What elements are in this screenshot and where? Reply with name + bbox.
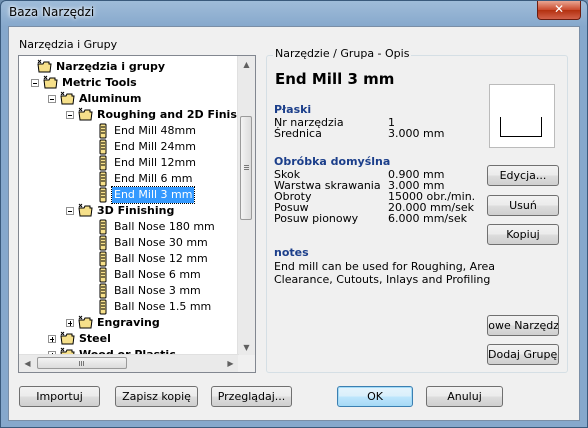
save-copy-button[interactable]: Zapisz kopię <box>115 386 198 407</box>
tree-tool-node[interactable]: Ball Nose 30 mm <box>19 235 239 251</box>
notes-text-line1: End mill can be used for Roughing, Area <box>274 260 495 273</box>
tree-tool-node[interactable]: End Mill 6 mm <box>19 171 239 187</box>
tree-node-label: Ball Nose 1.5 mm <box>114 300 212 313</box>
tree-node-label: End Mill 6 mm <box>114 172 193 185</box>
collapse-icon[interactable] <box>66 111 74 119</box>
tree-vertical-scrollbar[interactable]: ▲ ▼ <box>237 56 255 356</box>
tree-node-label: Ball Nose 6 mm <box>114 268 201 281</box>
tree-node-label: Narzędzia i grupy <box>56 60 165 73</box>
cancel-button[interactable]: Anuluj <box>426 386 503 407</box>
close-button[interactable]: ✕ <box>537 1 581 20</box>
tool-icon <box>95 267 111 283</box>
tree-node-label: Ball Nose 3 mm <box>114 284 201 297</box>
tool-profile-preview <box>489 84 555 148</box>
ok-button[interactable]: OK <box>337 386 413 407</box>
tree-node-label: Steel <box>79 332 111 345</box>
tree-group-node[interactable]: Engraving <box>19 315 239 331</box>
tree-node-label: Ball Nose 180 mm <box>114 220 215 233</box>
param-label: Posuw pionowy <box>274 212 359 225</box>
scrollbar-corner <box>238 355 255 372</box>
new-tool-button[interactable]: Nowe Narzędzie <box>487 315 559 336</box>
tool-icon <box>95 123 111 139</box>
edit-button[interactable]: Edycja... <box>487 165 559 186</box>
browse-button[interactable]: Przeglądaj... <box>211 386 292 407</box>
tree-node-label: Ball Nose 12 mm <box>114 252 208 265</box>
tree-tool-node[interactable]: Ball Nose 1.5 mm <box>19 299 239 315</box>
collapse-icon[interactable] <box>48 95 56 103</box>
tool-group-icon <box>37 59 53 75</box>
notes-text-line2: Clearance, Cutouts, Inlays and Profiling <box>274 273 491 286</box>
tree-group-node[interactable]: 3D Finishing <box>19 203 239 219</box>
expand-icon[interactable] <box>66 319 74 327</box>
tree-tool-node[interactable]: End Mill 12mm <box>19 155 239 171</box>
tree-tool-node[interactable]: Ball Nose 180 mm <box>19 219 239 235</box>
tree-panel-label: Narzędzia i Grupy <box>19 38 118 51</box>
tool-icon <box>95 139 111 155</box>
tree-tool-node[interactable]: Ball Nose 6 mm <box>19 267 239 283</box>
scroll-left-arrow-icon[interactable]: ◀ <box>19 355 36 372</box>
tool-tree-content: Narzędzia i grupy Metric Tools Aluminum Rou… <box>19 56 239 356</box>
tree-node-label: Ball Nose 30 mm <box>114 236 208 249</box>
tool-group-icon <box>78 107 94 123</box>
tree-node-label: Engraving <box>97 316 160 329</box>
vertical-scroll-thumb[interactable] <box>240 116 252 220</box>
tool-name-heading: End Mill 3 mm <box>275 70 395 88</box>
detail-group-label: Narzędzie / Grupa - Opis <box>273 47 412 60</box>
tool-icon <box>95 171 111 187</box>
tool-icon <box>95 283 111 299</box>
tool-group-icon <box>60 331 76 347</box>
delete-button[interactable]: Usuń <box>487 195 559 216</box>
param-label: Średnica <box>274 127 322 140</box>
tree-tool-node[interactable]: End Mill 24mm <box>19 139 239 155</box>
scroll-down-arrow-icon[interactable]: ▼ <box>238 339 255 356</box>
collapse-icon[interactable] <box>31 79 39 87</box>
import-button[interactable]: Importuj <box>19 386 100 407</box>
tool-group-icon <box>60 91 76 107</box>
tree-group-node[interactable]: Aluminum <box>19 91 239 107</box>
tree-horizontal-scrollbar[interactable]: ◀ ▶ <box>19 354 239 372</box>
tree-node-label: End Mill 12mm <box>114 156 196 169</box>
tool-icon <box>95 187 111 203</box>
tool-icon <box>95 219 111 235</box>
param-value: 3.000 mm <box>388 127 445 140</box>
scroll-up-arrow-icon[interactable]: ▲ <box>238 56 255 73</box>
flat-section-title: Płaski <box>274 103 312 116</box>
tree-node-label: Metric Tools <box>62 76 137 89</box>
tree-tool-node[interactable]: End Mill 48mm <box>19 123 239 139</box>
tree-node-label: Aluminum <box>79 92 142 105</box>
collapse-icon[interactable] <box>66 207 74 215</box>
add-group-button[interactable]: Dodaj Grupę... <box>487 344 559 365</box>
tree-node-label: End Mill 3 mm <box>110 186 196 204</box>
tree-group-node[interactable]: Metric Tools <box>19 75 239 91</box>
tool-group-icon <box>78 315 94 331</box>
tool-icon <box>95 155 111 171</box>
tree-tool-node[interactable]: Ball Nose 3 mm <box>19 283 239 299</box>
close-icon: ✕ <box>553 2 565 16</box>
tree-group-node[interactable]: Steel <box>19 331 239 347</box>
tree-tool-node[interactable]: Ball Nose 12 mm <box>19 251 239 267</box>
param-value: 6.000 mm/sek <box>388 212 467 225</box>
default-machining-title: Obróbka domyślna <box>274 155 391 168</box>
tree-group-node[interactable]: Narzędzia i grupy <box>19 59 239 75</box>
tool-icon <box>95 251 111 267</box>
tree-group-node[interactable]: Roughing and 2D Finishing <box>19 107 239 123</box>
tool-tree[interactable]: Narzędzia i grupy Metric Tools Aluminum Rou… <box>18 55 256 373</box>
tool-group-icon <box>43 75 59 91</box>
tree-node-label: End Mill 48mm <box>114 124 196 137</box>
tree-tool-node[interactable]: End Mill 3 mm <box>19 186 239 204</box>
end-mill-profile-icon <box>500 117 542 137</box>
tree-node-label: Roughing and 2D Finishing <box>97 108 239 121</box>
title-bar[interactable]: Baza Narzędzi ✕ <box>1 1 587 25</box>
expand-icon[interactable] <box>48 335 56 343</box>
tool-icon <box>95 235 111 251</box>
scroll-right-arrow-icon[interactable]: ▶ <box>222 355 239 372</box>
notes-title: notes <box>274 246 309 259</box>
tool-group-icon <box>78 203 94 219</box>
tool-icon <box>95 299 111 315</box>
horizontal-scroll-thumb[interactable] <box>37 357 127 369</box>
tree-node-label: End Mill 24mm <box>114 140 196 153</box>
window-title: Baza Narzędzi <box>9 5 95 19</box>
copy-button[interactable]: Kopiuj <box>487 224 559 245</box>
tree-node-label: 3D Finishing <box>97 204 175 217</box>
